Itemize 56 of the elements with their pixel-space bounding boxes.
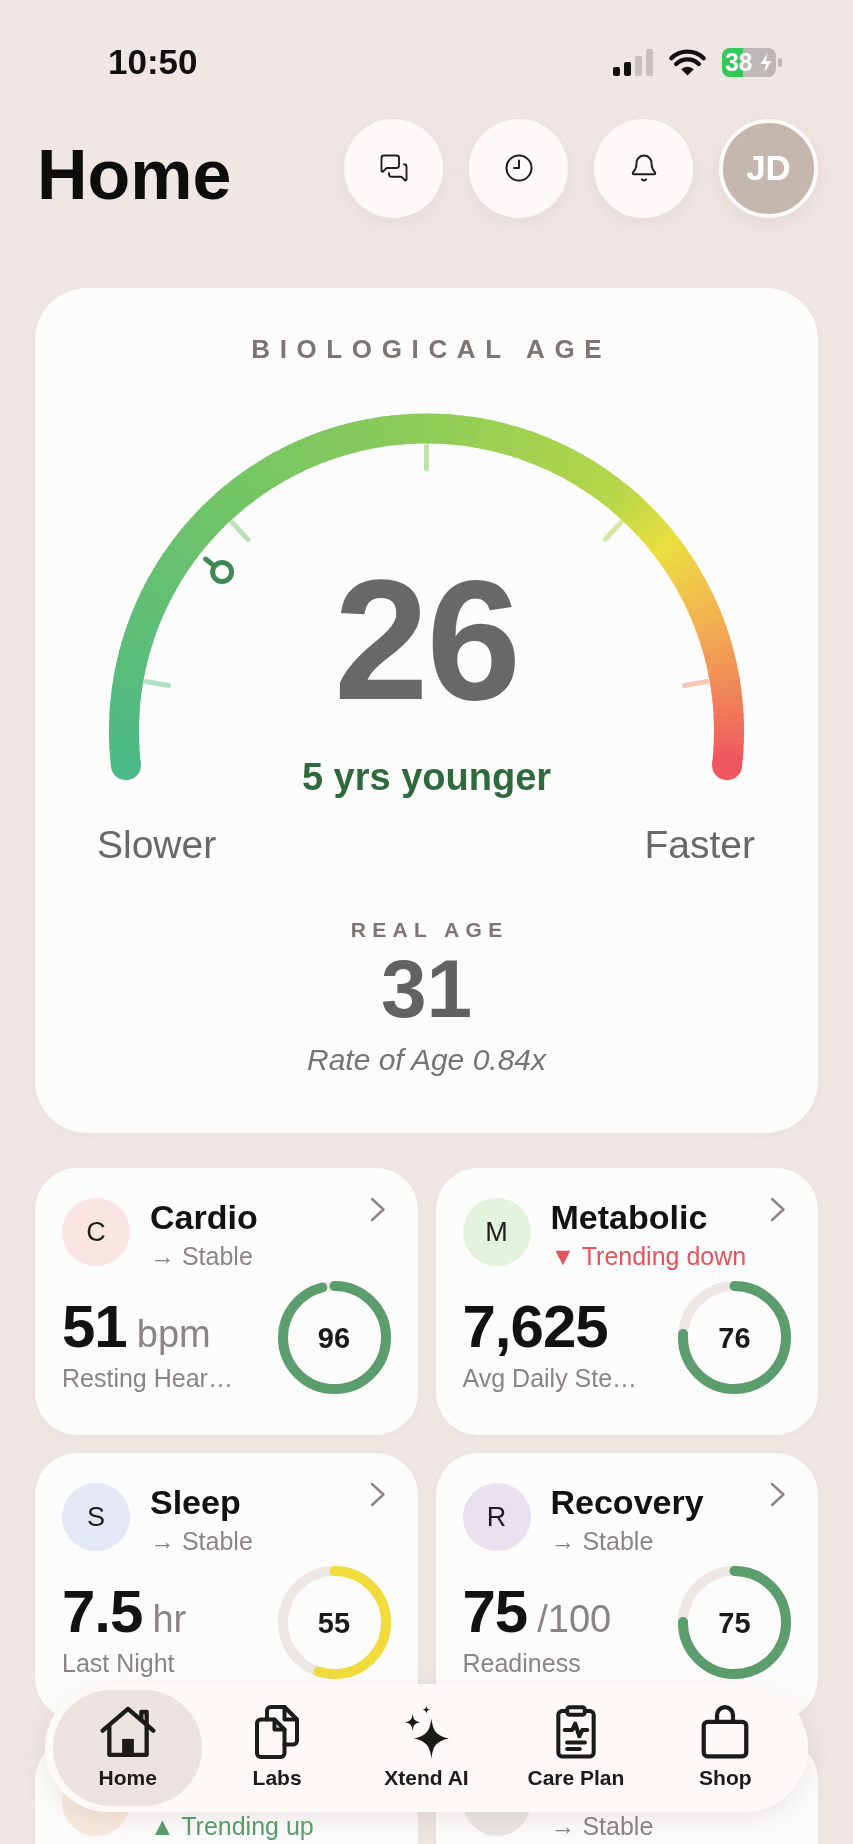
gauge-tick	[682, 679, 710, 688]
metric-label: Last Night	[62, 1648, 175, 1678]
chevron-icon	[369, 1197, 386, 1222]
trend-status: ▼ Trending down	[550, 1242, 747, 1270]
metric-label: Readiness	[462, 1648, 581, 1678]
trend-status: → Stable	[150, 1527, 253, 1555]
score-value: 96	[317, 1320, 351, 1355]
metric-value: 51	[62, 1297, 127, 1357]
chat-bubbles-icon	[378, 153, 409, 183]
age-difference: 5 yrs younger	[301, 755, 552, 799]
metric-unit: /100	[537, 1599, 612, 1639]
category-badge: M	[462, 1198, 531, 1266]
trend-status: ▲ Trending up	[150, 1812, 314, 1840]
metric-label: Resting Hear…	[62, 1363, 233, 1393]
score-value: 76	[718, 1320, 751, 1355]
score-value: 75	[718, 1605, 751, 1640]
nav-tab[interactable]: Home	[53, 1690, 203, 1806]
gauge-tick	[143, 679, 171, 688]
aging-rate: Rate of Age 0.84x	[306, 1042, 547, 1078]
page-title: Home	[37, 135, 232, 215]
metric-label: Avg Daily Ste…	[462, 1363, 638, 1393]
gauge-tick	[424, 443, 429, 472]
metric-unit: hr	[152, 1599, 187, 1639]
metric-value: 7.5	[62, 1582, 143, 1642]
trend-status: → Stable	[550, 1812, 654, 1840]
card-title: Metabolic	[550, 1197, 708, 1237]
score-value: 55	[317, 1605, 351, 1640]
metric-value: 75	[462, 1582, 528, 1642]
signal-icon	[613, 48, 653, 76]
gauge-tick	[229, 520, 251, 542]
trend-status: → Stable	[550, 1527, 654, 1555]
card-title: Sleep	[150, 1482, 241, 1522]
metric-card[interactable]: M Metabolic ▼ Trending down 7,625 Avg Daily Ste… 76	[435, 1168, 818, 1435]
house-icon	[99, 1705, 156, 1759]
real-age-value: 31	[380, 948, 473, 1030]
biological-age-value: 26	[333, 555, 520, 725]
metric-value: 7,625	[462, 1297, 608, 1357]
real-age-label: REAL AGE	[349, 917, 509, 943]
status-time: 10:50	[108, 42, 198, 82]
chevron-icon	[770, 1482, 786, 1507]
category-badge: C	[62, 1198, 130, 1266]
section-title: BIOLOGICAL AGE	[250, 334, 612, 364]
category-badge: R	[462, 1483, 531, 1551]
category-badge: S	[62, 1483, 130, 1551]
gauge-min-label: Slower	[97, 822, 217, 868]
card-title: Recovery	[550, 1482, 704, 1522]
metric-card[interactable]: C Cardio → Stable 51 bpm Resting Hear… 96	[35, 1168, 418, 1435]
clock-icon	[503, 153, 534, 183]
wifi-icon	[669, 48, 706, 76]
chevron-icon	[369, 1482, 386, 1507]
trend-status: → Stable	[150, 1242, 253, 1270]
gauge-tick	[602, 520, 624, 542]
metric-unit: bpm	[136, 1314, 211, 1354]
card-title: Cardio	[150, 1197, 258, 1237]
gauge-max-label: Faster	[644, 822, 755, 868]
chevron-icon	[770, 1197, 786, 1222]
